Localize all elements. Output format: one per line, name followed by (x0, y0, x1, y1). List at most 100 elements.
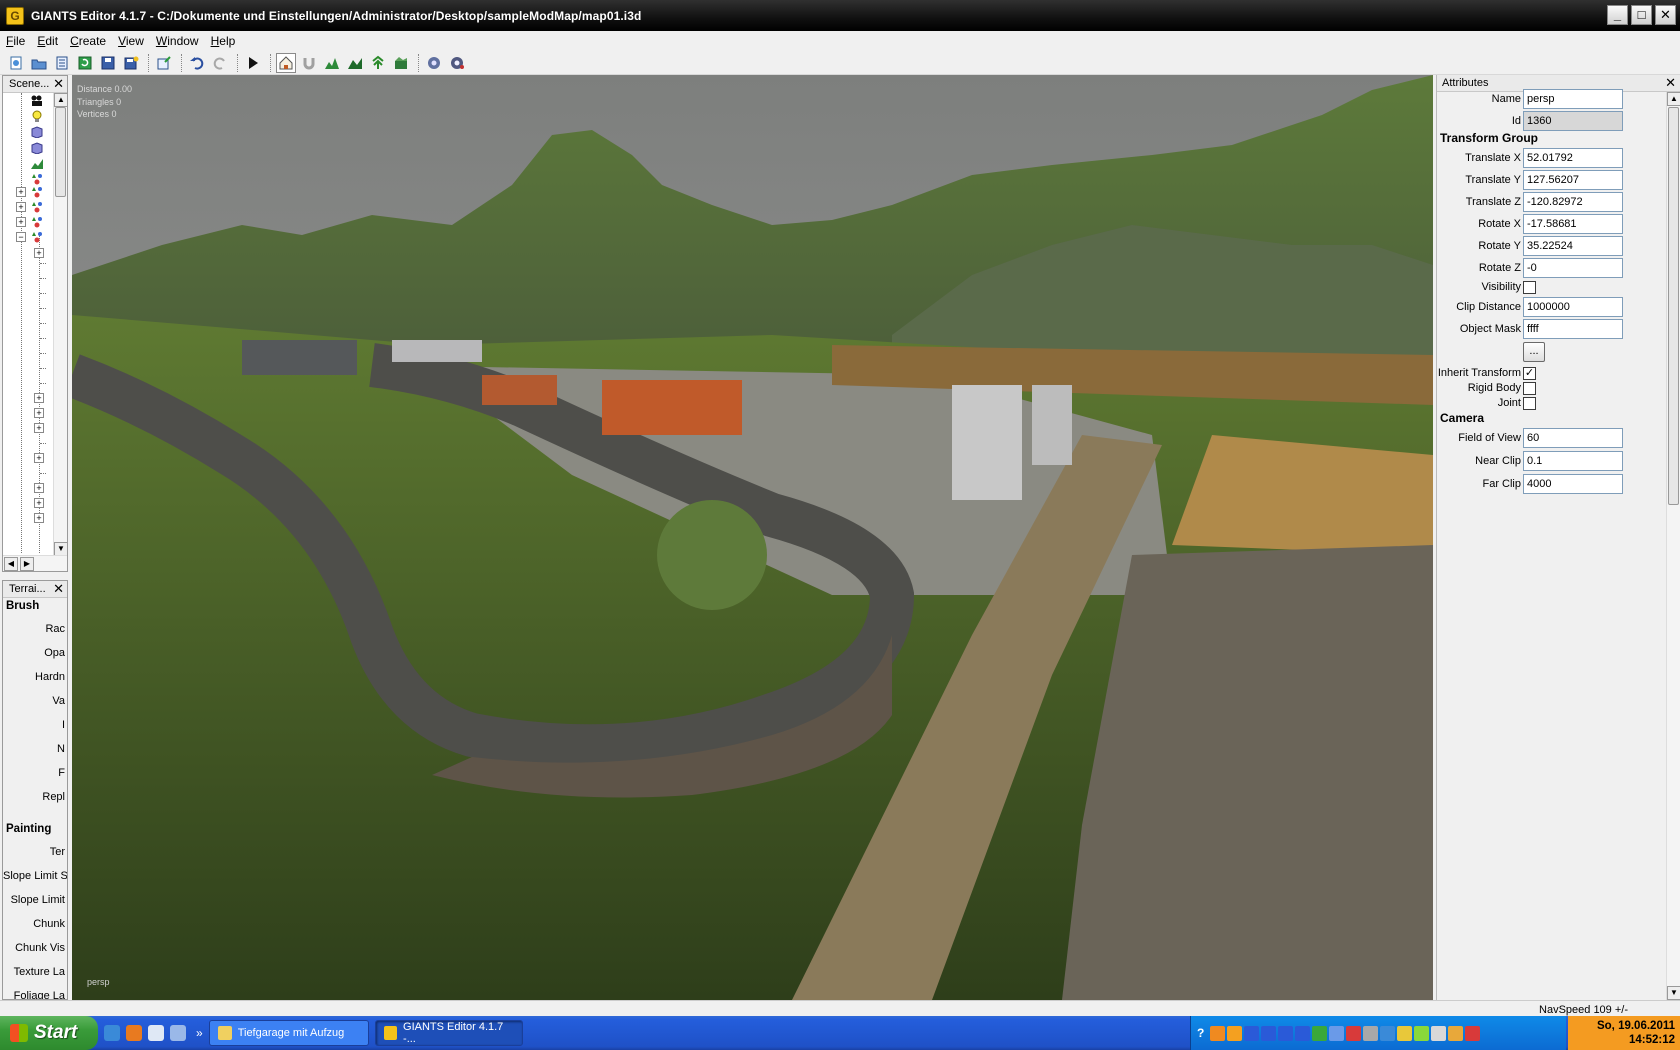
menu-window[interactable]: Window (150, 31, 205, 51)
menu-edit[interactable]: Edit (31, 31, 64, 51)
maximize-button[interactable]: □ (1631, 5, 1652, 25)
inherit-transform-checkbox[interactable]: ✓ (1523, 366, 1536, 380)
transformgroup-icon[interactable] (31, 231, 43, 243)
terrain-paint-icon[interactable] (345, 53, 365, 73)
firefox-icon[interactable] (126, 1025, 142, 1041)
joint-checkbox[interactable] (1523, 396, 1536, 410)
translate-y-field[interactable]: 127.56207 (1523, 170, 1623, 190)
field-of-view-field[interactable]: 60 (1523, 428, 1623, 448)
tree-expand-toggle[interactable]: + (34, 393, 44, 403)
scroll-up-icon[interactable]: ▲ (54, 93, 68, 107)
object-mask-more-button[interactable]: ... (1523, 342, 1545, 362)
tray-app-icon[interactable] (1346, 1025, 1362, 1041)
tree-expand-toggle[interactable]: + (34, 453, 44, 463)
start-button[interactable]: Start (0, 1016, 98, 1050)
title-bar[interactable]: G GIANTS Editor 4.1.7 - C:/Dokumente und… (0, 0, 1680, 31)
tree-expand-toggle[interactable]: + (34, 483, 44, 493)
terrain-close-icon[interactable]: ✕ (53, 581, 64, 597)
name-field[interactable]: persp (1523, 89, 1623, 109)
scenegraph-tree[interactable]: + + + − + + + + + + + + (3, 93, 53, 553)
undo-icon[interactable] (187, 53, 207, 73)
task-giants-editor[interactable]: GIANTS Editor 4.1.7 -... (374, 1020, 523, 1046)
attributes-scrollbar[interactable]: ▲ ▼ (1666, 92, 1680, 1000)
scroll-down-icon[interactable]: ▼ (54, 542, 68, 556)
settings-a-icon[interactable] (424, 53, 444, 73)
tree-expand-toggle[interactable]: + (16, 187, 26, 197)
document-icon[interactable] (148, 1025, 164, 1041)
tree-expand-toggle[interactable]: + (34, 498, 44, 508)
tray-app-icon[interactable] (1397, 1025, 1413, 1041)
light-icon[interactable] (31, 110, 43, 122)
save-all-icon[interactable] (121, 53, 141, 73)
tray-app-icon[interactable] (1414, 1025, 1430, 1041)
scroll-right-icon[interactable]: ▶ (20, 557, 34, 571)
menu-view[interactable]: View (112, 31, 150, 51)
scenegraph-horizontal-scrollbar[interactable]: ◀ ▶ (3, 555, 67, 571)
transformgroup-icon[interactable] (31, 186, 43, 198)
ie-icon[interactable] (104, 1025, 120, 1041)
tree-expand-toggle[interactable]: + (34, 408, 44, 418)
object-mask-field[interactable]: ffff (1523, 319, 1623, 339)
scroll-thumb[interactable] (1668, 107, 1679, 505)
foliage-icon[interactable] (368, 53, 388, 73)
tree-expand-toggle[interactable]: + (16, 217, 26, 227)
taskbar-clock[interactable]: So, 19.06.2011 14:52:12 (1568, 1016, 1680, 1050)
terrain-icon[interactable] (31, 158, 43, 170)
settings-b-icon[interactable] (447, 53, 467, 73)
tray-app-icon[interactable] (1380, 1025, 1396, 1041)
save-icon[interactable] (98, 53, 118, 73)
rotate-y-field[interactable]: 35.22524 (1523, 236, 1623, 256)
camera-icon[interactable] (31, 95, 43, 107)
task-tiefgarage[interactable]: Tiefgarage mit Aufzug (208, 1020, 369, 1046)
rotate-x-field[interactable]: -17.58681 (1523, 214, 1623, 234)
magnet-icon[interactable] (299, 53, 319, 73)
play-icon[interactable] (243, 53, 263, 73)
tray-k-icon[interactable] (1227, 1025, 1243, 1041)
scroll-left-icon[interactable]: ◀ (4, 557, 18, 571)
tree-collapse-toggle[interactable]: − (16, 232, 26, 242)
list-icon[interactable] (52, 53, 72, 73)
translate-z-field[interactable]: -120.82972 (1523, 192, 1623, 212)
tray-vlc-icon[interactable] (1210, 1025, 1226, 1041)
new-icon[interactable] (6, 53, 26, 73)
3d-viewport[interactable]: Distance 0.00 Triangles 0 Vertices 0 per… (72, 75, 1433, 1000)
close-button[interactable]: ✕ (1655, 5, 1676, 25)
import-icon[interactable] (154, 53, 174, 73)
scenegraph-close-icon[interactable]: ✕ (53, 76, 64, 92)
menu-help[interactable]: Help (205, 31, 242, 51)
translate-x-field[interactable]: 52.01792 (1523, 148, 1623, 168)
tray-desktop-3-icon[interactable] (1278, 1025, 1294, 1041)
menu-create[interactable]: Create (64, 31, 112, 51)
tray-app-icon[interactable] (1363, 1025, 1379, 1041)
far-clip-field[interactable]: 4000 (1523, 474, 1623, 494)
scroll-thumb[interactable] (55, 107, 66, 197)
terrain-detail-icon[interactable] (391, 53, 411, 73)
tree-expand-toggle[interactable]: + (16, 202, 26, 212)
shape-icon[interactable] (31, 142, 43, 154)
near-clip-field[interactable]: 0.1 (1523, 451, 1623, 471)
tray-desktop-2-icon[interactable] (1261, 1025, 1277, 1041)
explorer-icon[interactable] (170, 1025, 186, 1041)
tree-expand-toggle[interactable]: + (34, 248, 44, 258)
tray-desktop-1-icon[interactable] (1244, 1025, 1260, 1041)
scenegraph-vertical-scrollbar[interactable]: ▲ ▼ (53, 93, 68, 556)
tray-volume-icon[interactable] (1431, 1025, 1447, 1041)
quicklaunch-overflow[interactable]: » (196, 1026, 203, 1040)
tree-expand-toggle[interactable]: + (34, 423, 44, 433)
tray-network-icon[interactable] (1312, 1025, 1328, 1041)
shape-icon[interactable] (31, 126, 43, 138)
open-icon[interactable] (29, 53, 49, 73)
redo-icon[interactable] (210, 53, 230, 73)
visibility-checkbox[interactable] (1523, 280, 1536, 294)
clip-distance-field[interactable]: 1000000 (1523, 297, 1623, 317)
scroll-down-icon[interactable]: ▼ (1667, 986, 1680, 1000)
select-icon[interactable] (276, 52, 296, 73)
transformgroup-icon[interactable] (31, 201, 43, 213)
transformgroup-icon[interactable] (31, 173, 43, 185)
tree-expand-toggle[interactable]: + (34, 513, 44, 523)
tray-app-icon[interactable] (1465, 1025, 1481, 1041)
rigid-body-checkbox[interactable] (1523, 381, 1536, 395)
transformgroup-icon[interactable] (31, 216, 43, 228)
terrain-raise-icon[interactable] (322, 53, 342, 73)
menu-file[interactable]: File (0, 31, 31, 51)
